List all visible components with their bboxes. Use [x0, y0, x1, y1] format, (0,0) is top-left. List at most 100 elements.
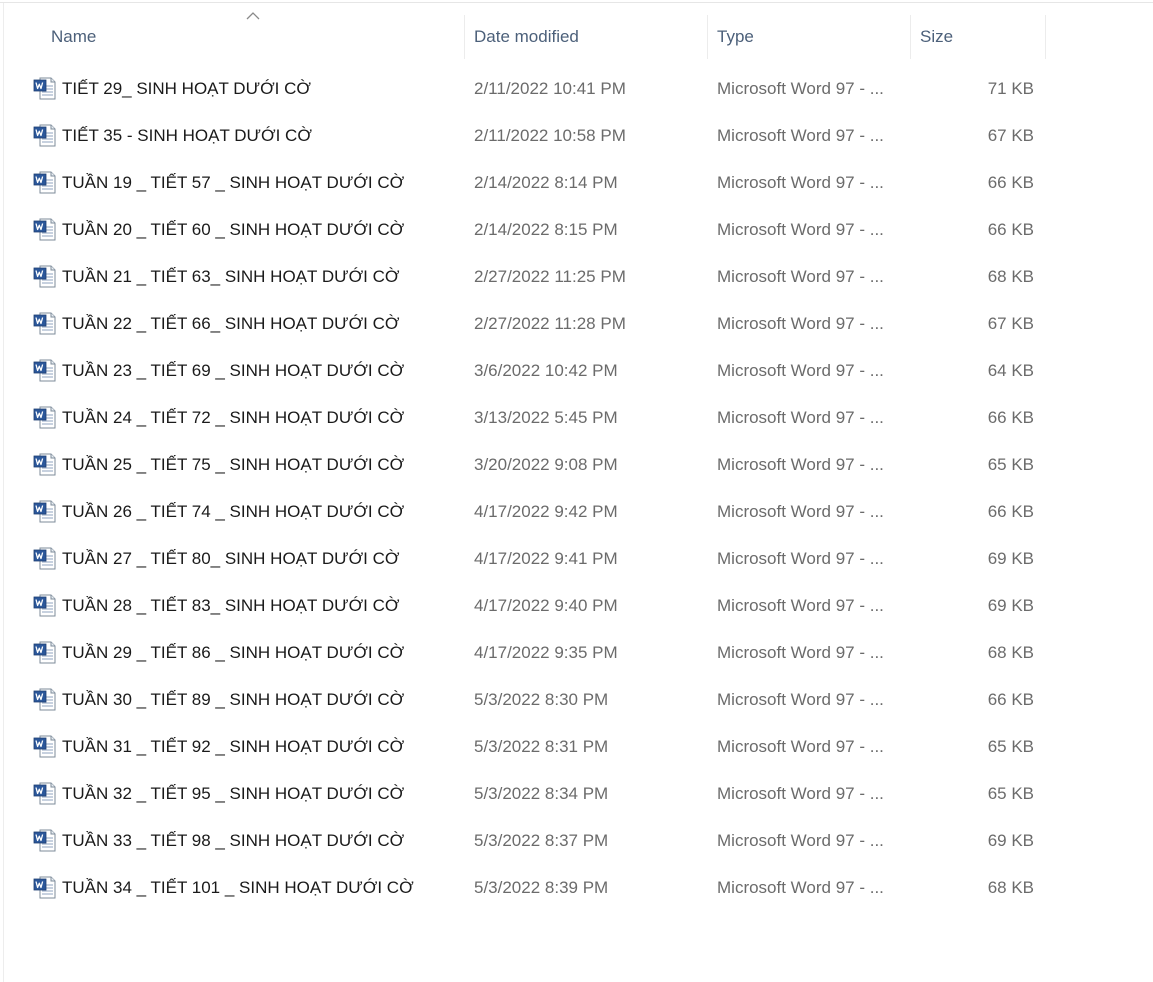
file-row[interactable]: TUẦN 24 _ TIẾT 72 _ SINH HOẠT DƯỚI CỜ 3/1… [0, 394, 1153, 441]
file-name: TUẦN 26 _ TIẾT 74 _ SINH HOẠT DƯỚI CỜ [62, 502, 405, 521]
file-row[interactable]: TUẦN 21 _ TIẾT 63_ SINH HOẠT DƯỚI CỜ 2/27… [0, 253, 1153, 300]
word-document-icon [33, 124, 57, 147]
word-document-icon [33, 359, 57, 382]
file-date-modified: 2/14/2022 8:15 PM [474, 220, 618, 239]
file-date-modified: 4/17/2022 9:41 PM [474, 549, 618, 568]
word-document-icon [33, 782, 57, 805]
file-type: Microsoft Word 97 - ... [717, 690, 884, 709]
column-divider-type[interactable] [910, 15, 911, 59]
file-row[interactable]: TIẾT 29_ SINH HOẠT DƯỚI CỜ 2/11/2022 10:4… [0, 65, 1153, 112]
file-size: 68 KB [987, 878, 1034, 897]
word-document-icon [33, 500, 57, 523]
file-row[interactable]: TIẾT 35 - SINH HOẠT DƯỚI CỜ 2/11/2022 10:… [0, 112, 1153, 159]
file-row[interactable]: TUẦN 19 _ TIẾT 57 _ SINH HOẠT DƯỚI CỜ 2/1… [0, 159, 1153, 206]
file-name: TUẦN 19 _ TIẾT 57 _ SINH HOẠT DƯỚI CỜ [62, 173, 405, 192]
column-header-row: Name Date modified Type Size [0, 3, 1153, 65]
file-size: 66 KB [987, 690, 1034, 709]
file-size: 69 KB [987, 596, 1034, 615]
file-name: TUẦN 25 _ TIẾT 75 _ SINH HOẠT DƯỚI CỜ [62, 455, 405, 474]
file-size: 69 KB [987, 549, 1034, 568]
file-date-modified: 5/3/2022 8:39 PM [474, 878, 609, 897]
file-type: Microsoft Word 97 - ... [717, 267, 884, 286]
file-name: TUẦN 30 _ TIẾT 89 _ SINH HOẠT DƯỚI CỜ [62, 690, 405, 709]
file-type: Microsoft Word 97 - ... [717, 878, 884, 897]
file-date-modified: 5/3/2022 8:31 PM [474, 737, 609, 756]
column-divider-date[interactable] [707, 15, 708, 59]
file-name: TUẦN 20 _ TIẾT 60 _ SINH HOẠT DƯỚI CỜ [62, 220, 405, 239]
file-date-modified: 4/17/2022 9:42 PM [474, 502, 618, 521]
word-document-icon [33, 312, 57, 335]
file-type: Microsoft Word 97 - ... [717, 220, 884, 239]
file-type: Microsoft Word 97 - ... [717, 455, 884, 474]
file-row[interactable]: TUẦN 23 _ TIẾT 69 _ SINH HOẠT DƯỚI CỜ 3/6… [0, 347, 1153, 394]
file-type: Microsoft Word 97 - ... [717, 643, 884, 662]
file-date-modified: 3/6/2022 10:42 PM [474, 361, 618, 380]
file-name: TUẦN 24 _ TIẾT 72 _ SINH HOẠT DƯỚI CỜ [62, 408, 405, 427]
file-type: Microsoft Word 97 - ... [717, 173, 884, 192]
column-divider-size[interactable] [1045, 15, 1046, 59]
file-type: Microsoft Word 97 - ... [717, 361, 884, 380]
file-size: 68 KB [987, 267, 1034, 286]
sort-up-chevron-icon [246, 12, 260, 20]
file-date-modified: 2/27/2022 11:25 PM [474, 267, 626, 286]
file-size: 65 KB [987, 784, 1034, 803]
word-document-icon [33, 876, 57, 899]
file-size: 66 KB [987, 173, 1034, 192]
file-name: TUẦN 31 _ TIẾT 92 _ SINH HOẠT DƯỚI CỜ [62, 737, 405, 756]
file-name: TUẦN 29 _ TIẾT 86 _ SINH HOẠT DƯỚI CỜ [62, 643, 405, 662]
file-date-modified: 4/17/2022 9:40 PM [474, 596, 618, 615]
file-name: TUẦN 28 _ TIẾT 83_ SINH HOẠT DƯỚI CỜ [62, 596, 400, 615]
file-type: Microsoft Word 97 - ... [717, 79, 884, 98]
word-document-icon [33, 77, 57, 100]
file-row[interactable]: TUẦN 34 _ TIẾT 101 _ SINH HOẠT DƯỚI CỜ 5/… [0, 864, 1153, 911]
file-name: TUẦN 33 _ TIẾT 98 _ SINH HOẠT DƯỚI CỜ [62, 831, 405, 850]
file-size: 66 KB [987, 220, 1034, 239]
file-date-modified: 2/14/2022 8:14 PM [474, 173, 618, 192]
file-row[interactable]: TUẦN 31 _ TIẾT 92 _ SINH HOẠT DƯỚI CỜ 5/3… [0, 723, 1153, 770]
file-name: TIẾT 35 - SINH HOẠT DƯỚI CỜ [62, 126, 312, 145]
file-size: 69 KB [987, 831, 1034, 850]
word-document-icon [33, 406, 57, 429]
file-type: Microsoft Word 97 - ... [717, 784, 884, 803]
word-document-icon [33, 688, 57, 711]
file-type: Microsoft Word 97 - ... [717, 549, 884, 568]
word-document-icon [33, 171, 57, 194]
column-header-name[interactable]: Name [51, 15, 96, 59]
file-row[interactable]: TUẦN 28 _ TIẾT 83_ SINH HOẠT DƯỚI CỜ 4/17… [0, 582, 1153, 629]
file-date-modified: 3/20/2022 9:08 PM [474, 455, 618, 474]
file-type: Microsoft Word 97 - ... [717, 314, 884, 333]
file-row[interactable]: TUẦN 29 _ TIẾT 86 _ SINH HOẠT DƯỚI CỜ 4/1… [0, 629, 1153, 676]
file-row[interactable]: TUẦN 22 _ TIẾT 66_ SINH HOẠT DƯỚI CỜ 2/27… [0, 300, 1153, 347]
file-row[interactable]: TUẦN 33 _ TIẾT 98 _ SINH HOẠT DƯỚI CỜ 5/3… [0, 817, 1153, 864]
file-size: 65 KB [987, 737, 1034, 756]
file-row[interactable]: TUẦN 20 _ TIẾT 60 _ SINH HOẠT DƯỚI CỜ 2/1… [0, 206, 1153, 253]
file-date-modified: 5/3/2022 8:37 PM [474, 831, 609, 850]
word-document-icon [33, 829, 57, 852]
file-row[interactable]: TUẦN 30 _ TIẾT 89 _ SINH HOẠT DƯỚI CỜ 5/3… [0, 676, 1153, 723]
word-document-icon [33, 594, 57, 617]
file-size: 67 KB [987, 314, 1034, 333]
file-row[interactable]: TUẦN 27 _ TIẾT 80_ SINH HOẠT DƯỚI CỜ 4/17… [0, 535, 1153, 582]
file-row[interactable]: TUẦN 32 _ TIẾT 95 _ SINH HOẠT DƯỚI CỜ 5/3… [0, 770, 1153, 817]
file-size: 68 KB [987, 643, 1034, 662]
file-date-modified: 3/13/2022 5:45 PM [474, 408, 618, 427]
column-header-size[interactable]: Size [920, 15, 953, 59]
file-size: 65 KB [987, 455, 1034, 474]
file-type: Microsoft Word 97 - ... [717, 737, 884, 756]
file-date-modified: 5/3/2022 8:30 PM [474, 690, 609, 709]
file-name: TUẦN 22 _ TIẾT 66_ SINH HOẠT DƯỚI CỜ [62, 314, 400, 333]
column-header-date-modified[interactable]: Date modified [474, 15, 579, 59]
file-row[interactable]: TUẦN 25 _ TIẾT 75 _ SINH HOẠT DƯỚI CỜ 3/2… [0, 441, 1153, 488]
file-name: TUẦN 27 _ TIẾT 80_ SINH HOẠT DƯỚI CỜ [62, 549, 400, 568]
file-name: TUẦN 23 _ TIẾT 69 _ SINH HOẠT DƯỚI CỜ [62, 361, 405, 380]
file-name: TUẦN 34 _ TIẾT 101 _ SINH HOẠT DƯỚI CỜ [62, 878, 414, 897]
column-header-type[interactable]: Type [717, 15, 754, 59]
file-size: 66 KB [987, 502, 1034, 521]
column-divider-name[interactable] [464, 15, 465, 59]
file-row[interactable]: TUẦN 26 _ TIẾT 74 _ SINH HOẠT DƯỚI CỜ 4/1… [0, 488, 1153, 535]
word-document-icon [33, 641, 57, 664]
file-type: Microsoft Word 97 - ... [717, 502, 884, 521]
file-date-modified: 4/17/2022 9:35 PM [474, 643, 618, 662]
file-size: 66 KB [987, 408, 1034, 427]
file-size: 64 KB [987, 361, 1034, 380]
